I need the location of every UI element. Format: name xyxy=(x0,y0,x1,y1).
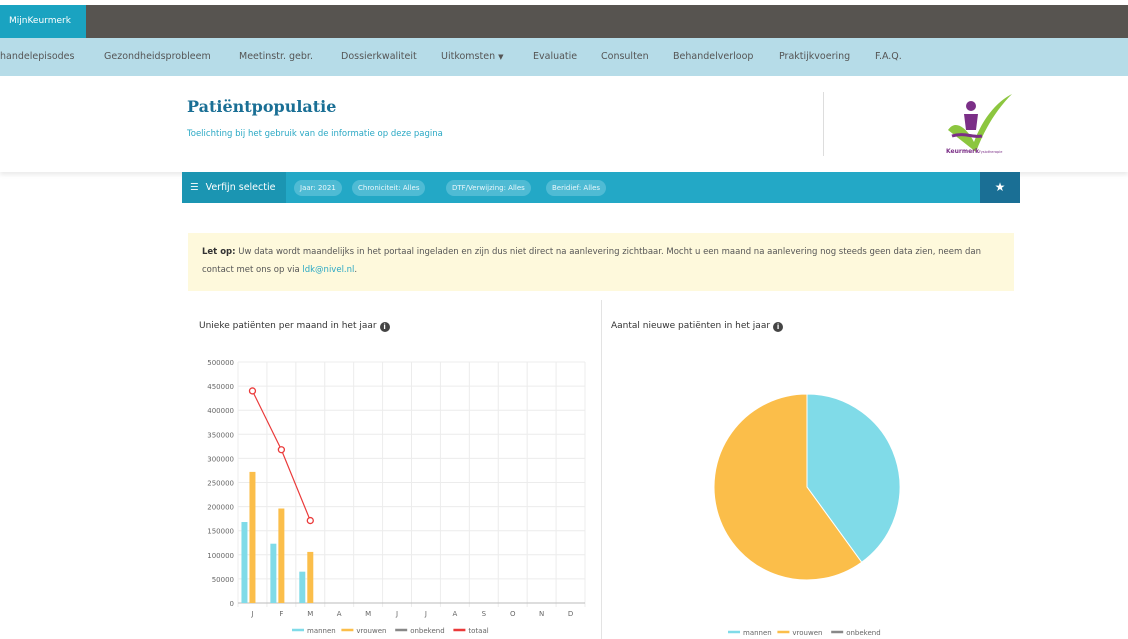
y-tick-label: 0 xyxy=(230,600,234,608)
top-bar xyxy=(0,5,1128,38)
page-title: Patiëntpopulatie xyxy=(187,97,337,116)
y-tick-label: 200000 xyxy=(207,504,234,512)
y-tick-label: 350000 xyxy=(207,431,234,439)
notice-box: Let op: Uw data wordt maandelijks in het… xyxy=(188,233,1014,291)
x-tick-label: M xyxy=(365,610,371,618)
nav-item-faq[interactable]: F.A.Q. xyxy=(875,38,902,76)
pie-chart: mannen vrouwen onbekend xyxy=(713,393,901,637)
y-tick-label: 250000 xyxy=(207,480,234,488)
info-icon[interactable]: i xyxy=(773,322,784,332)
point-totaal xyxy=(248,387,257,395)
pie-chart-title-text: Aantal nieuwe patiënten in het jaar xyxy=(611,321,771,331)
filter-pill-chronicity[interactable]: Chroniciteit: Alles xyxy=(352,180,426,196)
filter-pill-year[interactable]: Jaar: 2021 xyxy=(294,180,342,196)
bar-chart-title: Unieke patiënten per maand in het jaar i xyxy=(199,321,390,332)
header-divider xyxy=(823,92,824,156)
page-help-link[interactable]: Toelichting bij het gebruik van de infor… xyxy=(187,129,443,139)
logo-subtext: Fysiotherapie xyxy=(979,150,1002,154)
x-tick-label: F xyxy=(279,610,283,618)
favorite-button[interactable]: ★ xyxy=(980,172,1020,203)
y-tick-label: 450000 xyxy=(207,383,234,391)
legend-label-totaal: totaal xyxy=(468,627,488,635)
legend-label-mannen: mannen xyxy=(743,629,772,637)
nav-item-praktijkvoering[interactable]: Praktijkvoering xyxy=(779,38,850,76)
bar-chart-title-text: Unieke patiënten per maand in het jaar xyxy=(199,321,377,331)
bar-mannen xyxy=(299,571,306,603)
x-tick-label: N xyxy=(539,610,544,618)
notice-bold: Let op: xyxy=(202,247,236,257)
bar-vrouwen xyxy=(249,471,256,603)
nav-item-behandelepisodes[interactable]: handelepisodes xyxy=(0,38,74,76)
legend-label-vrouwen: vrouwen xyxy=(356,627,386,635)
chart-divider xyxy=(601,300,602,639)
point-totaal xyxy=(277,446,286,454)
bar-mannen xyxy=(270,543,277,603)
chevron-down-icon: ▼ xyxy=(498,53,504,61)
y-tick-label: 400000 xyxy=(207,407,234,415)
y-tick-label: 500000 xyxy=(207,359,234,367)
sliders-icon: ☰ xyxy=(190,182,199,193)
refine-selection-label: Verfijn selectie xyxy=(205,182,276,193)
y-tick-label: 50000 xyxy=(212,576,234,584)
x-tick-label: A xyxy=(452,610,457,618)
brand-link[interactable]: MijnKeurmerk xyxy=(0,5,86,38)
x-tick-label: D xyxy=(568,610,573,618)
y-tick-label: 150000 xyxy=(207,528,234,536)
x-tick-label: J xyxy=(424,610,427,618)
legend-label-mannen: mannen xyxy=(307,627,336,635)
refine-selection-button[interactable]: ☰ Verfijn selectie xyxy=(182,172,286,203)
nav-item-behandelverloop[interactable]: Behandelverloop xyxy=(673,38,753,76)
y-tick-label: 100000 xyxy=(207,552,234,560)
x-tick-label: J xyxy=(395,610,398,618)
bar-vrouwen xyxy=(278,508,285,603)
x-tick-label: O xyxy=(510,610,516,618)
legend-label-onbekend: onbekend xyxy=(846,629,880,637)
x-tick-label: J xyxy=(250,610,253,618)
info-icon[interactable]: i xyxy=(379,322,390,332)
nav-item-consulten[interactable]: Consulten xyxy=(601,38,649,76)
x-tick-label: M xyxy=(307,610,313,618)
nav-item-dossierkwaliteit[interactable]: Dossierkwaliteit xyxy=(341,38,417,76)
filter-pill-referral[interactable]: DTF/Verwijzing: Alles xyxy=(446,180,531,196)
nav-item-uitkomsten-label: Uitkomsten xyxy=(441,51,496,62)
nav-item-evaluatie[interactable]: Evaluatie xyxy=(533,38,577,76)
x-tick-label: S xyxy=(482,610,487,618)
main-nav: handelepisodes Gezondheidsprobleem Meeti… xyxy=(0,38,1128,76)
nav-item-gezondheidsprobleem[interactable]: Gezondheidsprobleem xyxy=(104,38,211,76)
point-totaal xyxy=(306,516,314,525)
logo-text: Keurmerk xyxy=(946,148,980,155)
keurmerk-logo: Keurmerk Fysiotherapie xyxy=(944,90,1014,158)
nav-item-meetinstrumenten[interactable]: Meetinstr. gebr. xyxy=(239,38,313,76)
pie-chart-title: Aantal nieuwe patiënten in het jaar i xyxy=(611,321,784,332)
notice-end: . xyxy=(354,265,358,275)
nav-item-uitkomsten[interactable]: Uitkomsten ▼ xyxy=(441,38,503,76)
filter-pill-profession[interactable]: Beridief: Alles xyxy=(546,180,607,196)
bar-vrouwen xyxy=(307,551,314,603)
star-icon: ★ xyxy=(994,180,1006,194)
bar-mannen xyxy=(241,522,248,603)
x-tick-label: A xyxy=(337,610,342,618)
bar-chart: 5000004500004000003500003000002500002000… xyxy=(207,359,586,635)
legend-label-vrouwen: vrouwen xyxy=(792,629,822,637)
legend-label-onbekend: onbekend xyxy=(410,627,444,635)
filter-bar: ☰ Verfijn selectie Jaar: 2021 Chronicite… xyxy=(182,172,1020,203)
y-tick-label: 300000 xyxy=(207,455,234,463)
email-link[interactable]: ldk@nivel.nl xyxy=(302,265,354,275)
